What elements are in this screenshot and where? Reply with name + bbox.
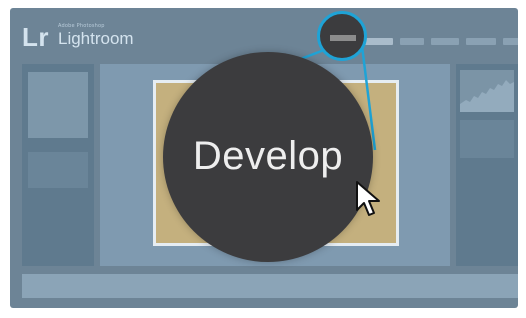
module-tab-print[interactable]	[503, 38, 518, 45]
left-panel	[22, 64, 94, 266]
right-panel	[456, 64, 518, 266]
histogram	[460, 70, 514, 112]
logo-name: Lightroom	[58, 29, 134, 48]
module-tab-map[interactable]	[400, 38, 424, 45]
develop-module-highlight[interactable]	[317, 11, 367, 61]
mouse-pointer-icon	[356, 181, 380, 216]
module-tab-book[interactable]	[431, 38, 459, 45]
develop-callout: Develop	[163, 52, 373, 262]
histogram-graph	[460, 80, 514, 112]
app-logo: Lr Adobe Photoshop Lightroom	[22, 22, 134, 62]
highlighted-develop-tab	[330, 35, 356, 41]
module-tab-slideshow[interactable]	[466, 38, 496, 45]
callout-label: Develop	[192, 134, 344, 178]
presets-panel	[28, 152, 88, 188]
lr-logo-mark: Lr	[22, 22, 49, 52]
adjustment-panel	[460, 120, 514, 158]
logo-text: Adobe Photoshop Lightroom	[58, 22, 134, 48]
navigator-preview	[28, 72, 88, 138]
module-tab-develop[interactable]	[365, 38, 393, 45]
filmstrip	[22, 274, 518, 298]
